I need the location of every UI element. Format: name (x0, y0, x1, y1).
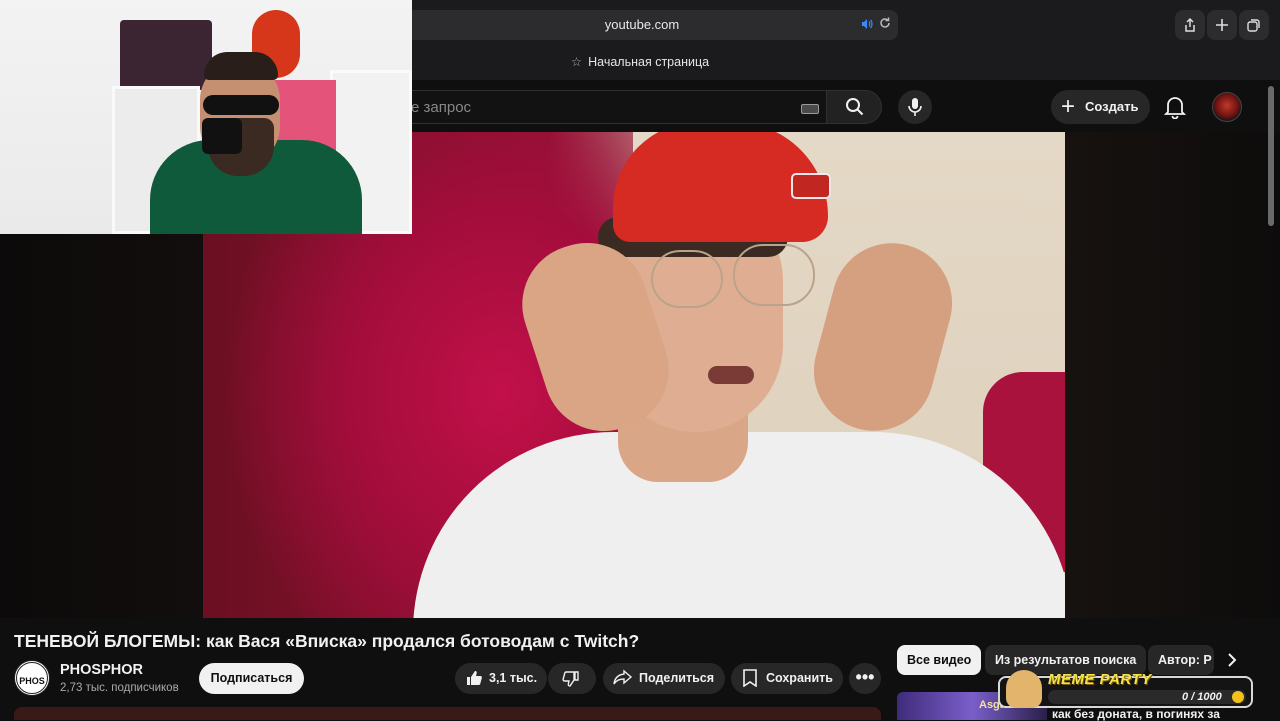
video-person-mouth (708, 366, 754, 384)
thumbs-up-icon (465, 663, 483, 698)
player-letterbox (1064, 132, 1280, 618)
recommendation-title[interactable]: как без доната, в погинях за (1052, 707, 1220, 721)
microphone-icon (908, 98, 922, 116)
create-label: Создать (1085, 99, 1139, 114)
favorites-label[interactable]: Начальная страница (588, 55, 709, 69)
more-horizontal-icon: ••• (855, 667, 875, 687)
webcam-sunglasses (203, 95, 279, 115)
chip-all-videos[interactable]: Все видео (897, 645, 982, 675)
share-button[interactable]: Поделиться (603, 663, 725, 694)
star-icon: ☆ (570, 55, 583, 69)
description-box[interactable] (14, 707, 881, 720)
webcam-mug (202, 118, 242, 154)
new-tab-icon[interactable] (1207, 10, 1237, 40)
more-actions-button[interactable]: ••• (849, 663, 881, 694)
search-button[interactable] (826, 90, 882, 124)
like-button[interactable]: 3,1 тыс. (455, 663, 547, 694)
speaker-icon[interactable] (860, 17, 876, 33)
tab-overview-icon[interactable] (1239, 10, 1269, 40)
search-input[interactable]: е запрос (386, 90, 826, 124)
account-avatar[interactable] (1212, 92, 1242, 122)
bookmark-icon (742, 663, 758, 698)
share-label: Поделиться (639, 671, 715, 685)
channel-avatar[interactable]: PHOS (14, 660, 50, 696)
dislike-button[interactable] (548, 663, 596, 694)
thumbs-down-icon (562, 663, 580, 699)
webcam-figurine (120, 20, 212, 90)
create-button[interactable]: + Создать (1051, 90, 1150, 124)
notifications-button[interactable] (1161, 92, 1189, 122)
channel-name[interactable]: PHOSPHOR (60, 662, 143, 678)
search-placeholder: е запрос (411, 99, 472, 116)
doge-icon (1006, 670, 1042, 708)
cap-logo (791, 173, 831, 199)
chip-author[interactable]: Автор: P (1148, 645, 1214, 675)
meme-progress-bar: 0 / 1000 (1048, 690, 1246, 704)
webcam-person-hair (204, 52, 278, 80)
meme-progress-count: 0 / 1000 (1182, 691, 1222, 703)
page-scrollbar[interactable] (1268, 86, 1274, 226)
address-bar[interactable]: youtube.com (386, 10, 898, 40)
share-icon[interactable] (1175, 10, 1205, 40)
plus-icon: + (1061, 93, 1076, 120)
save-button[interactable]: Сохранить (731, 663, 843, 694)
reload-icon[interactable] (878, 16, 894, 32)
coin-icon (1232, 691, 1244, 703)
subscribe-button[interactable]: Подписаться (199, 663, 304, 694)
search-icon (846, 98, 864, 116)
save-label: Сохранить (766, 671, 833, 685)
meme-party-title: MEME PARTY (1048, 671, 1152, 688)
video-title: ТЕНЕВОЙ БЛОГЕМЫ: как Вася «Вписка» прода… (14, 631, 640, 651)
bell-icon (1164, 97, 1186, 119)
like-count: 3,1 тыс. (489, 671, 538, 685)
chevron-right-icon[interactable] (1218, 645, 1246, 675)
subscriber-count: 2,73 тыс. подписчиков (60, 682, 179, 694)
webcam-overlay (0, 0, 412, 234)
meme-party-widget: MEME PARTY 0 / 1000 (998, 670, 1253, 708)
address-bar-url[interactable]: youtube.com (386, 10, 898, 40)
glasses-lens-right (733, 244, 815, 306)
voice-search-button[interactable] (898, 90, 932, 124)
keyboard-icon[interactable] (801, 104, 819, 114)
share-arrow-icon (613, 663, 633, 698)
glasses-lens-left (651, 250, 723, 308)
